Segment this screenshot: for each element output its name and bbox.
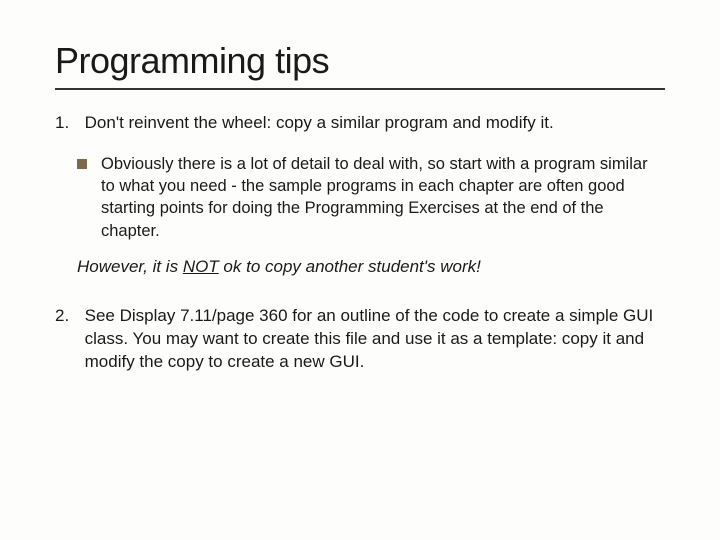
item-text: Don't reinvent the wheel: copy a similar… (85, 112, 665, 135)
slide-title: Programming tips (55, 40, 665, 82)
item-text: See Display 7.11/page 360 for an outline… (85, 305, 665, 374)
warning-note: However, it is NOT ok to copy another st… (77, 256, 665, 279)
slide: Programming tips 1. Don't reinvent the w… (0, 0, 720, 540)
item-number: 1. (55, 112, 85, 135)
note-prefix: However, it is (77, 257, 183, 276)
list-item-1: 1. Don't reinvent the wheel: copy a simi… (55, 112, 665, 135)
note-suffix: ok to copy another student's work! (219, 257, 481, 276)
list-item-2: 2. See Display 7.11/page 360 for an outl… (55, 305, 665, 374)
item-number: 2. (55, 305, 85, 374)
title-underline (55, 88, 665, 90)
note-emphasis: NOT (183, 257, 219, 276)
sub-bullet-text: Obviously there is a lot of detail to de… (101, 153, 665, 242)
sub-bullet-1: Obviously there is a lot of detail to de… (77, 153, 665, 242)
square-bullet-icon (77, 159, 87, 169)
